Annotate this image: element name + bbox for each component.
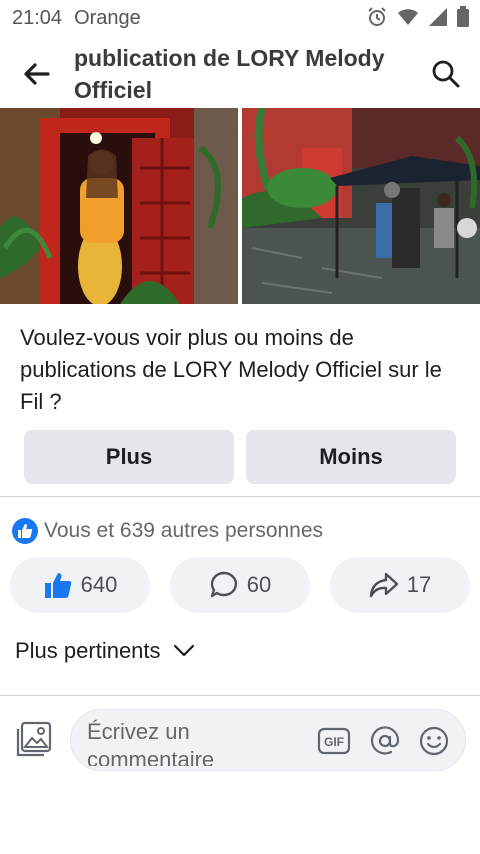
photo-2-image xyxy=(242,108,480,304)
comment-input[interactable]: Écrivez un commentaire xyxy=(87,718,297,766)
comment-box: Écrivez un commentaire GIF xyxy=(70,709,466,771)
like-count: 640 xyxy=(80,572,118,597)
chevron-down-icon xyxy=(173,644,194,657)
divider xyxy=(0,496,480,497)
comment-count: 60 xyxy=(246,572,272,597)
comment-composer: Écrivez un commentaire GIF xyxy=(0,706,480,776)
thumbs-up-icon xyxy=(44,573,71,598)
back-button[interactable] xyxy=(16,54,56,94)
wifi-icon xyxy=(396,6,420,34)
arrow-left-icon xyxy=(24,63,50,85)
page-title: publication de LORY Melody Officiel xyxy=(74,45,385,103)
more-button[interactable]: Plus xyxy=(24,430,234,484)
search-icon xyxy=(432,60,460,88)
comment-sort-dropdown[interactable]: Plus pertinents xyxy=(15,638,195,664)
photo-1[interactable] xyxy=(0,108,238,304)
share-button[interactable]: 17 xyxy=(330,557,470,613)
feed-preference-buttons: Plus Moins xyxy=(24,430,456,484)
share-arrow-icon xyxy=(369,572,398,598)
share-count: 17 xyxy=(406,572,432,597)
gif-icon: GIF xyxy=(317,727,351,755)
status-carrier: Orange xyxy=(74,6,141,29)
gif-button[interactable]: GIF xyxy=(317,724,351,758)
post-actions: 640 60 17 xyxy=(10,557,470,613)
photo-grid xyxy=(0,108,480,304)
less-button[interactable]: Moins xyxy=(246,430,456,484)
status-time: 21:04 xyxy=(12,6,63,29)
divider xyxy=(0,695,480,696)
reactions-summary-text: Vous et 639 autres personnes xyxy=(44,519,324,542)
mention-button[interactable] xyxy=(368,724,402,758)
comment-button[interactable]: 60 xyxy=(170,557,310,613)
emoji-button[interactable] xyxy=(417,724,451,758)
like-reaction-icon xyxy=(12,518,38,544)
reactions-summary[interactable]: Vous et 639 autres personnes xyxy=(12,518,323,544)
search-button[interactable] xyxy=(426,54,466,94)
photo-1-image xyxy=(0,108,238,304)
photo-gallery-icon xyxy=(16,721,52,757)
at-sign-icon xyxy=(370,726,400,755)
attach-photo-button[interactable] xyxy=(16,720,56,760)
comment-sort-label: Plus pertinents xyxy=(15,638,161,663)
alarm-icon xyxy=(366,6,388,34)
battery-icon xyxy=(456,6,470,34)
header: publication de LORY Melody Officiel xyxy=(0,36,480,108)
status-bar: 21:04 Orange xyxy=(0,0,480,36)
like-button[interactable]: 640 xyxy=(10,557,150,613)
photo-2[interactable] xyxy=(242,108,480,304)
smiley-icon xyxy=(419,726,449,756)
comment-bubble-icon xyxy=(210,571,237,598)
feed-preference-question: Voulez-vous voir plus ou moins de public… xyxy=(20,325,442,414)
signal-icon xyxy=(428,6,448,34)
svg-text:GIF: GIF xyxy=(324,735,344,749)
status-icons xyxy=(366,6,470,34)
